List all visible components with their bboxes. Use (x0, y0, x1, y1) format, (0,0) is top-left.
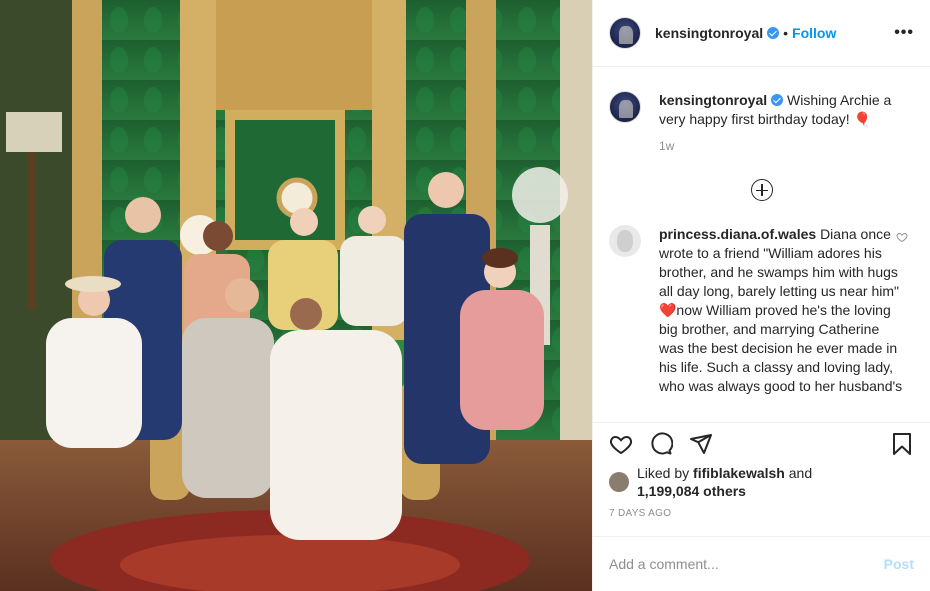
header-separator: • (783, 25, 789, 41)
account-username[interactable]: kensingtonroyal (655, 25, 763, 41)
post-header: kensingtonroyal • Follow ••• (593, 0, 930, 67)
commenter-username[interactable]: princess.diana.of.wales (659, 226, 816, 242)
share-icon[interactable] (689, 432, 713, 456)
likes-count[interactable]: 1,199,084 others (637, 483, 746, 499)
comments-section[interactable]: kensingtonroyal Wishing Archie a very ha… (593, 67, 930, 422)
caption: kensingtonroyal Wishing Archie a very ha… (609, 67, 914, 129)
comment-text: Diana once wrote to a friend "William ad… (659, 226, 903, 394)
comment-icon[interactable] (649, 431, 673, 456)
post-date[interactable]: 7 DAYS AGO (593, 500, 930, 536)
liker-username[interactable]: fifiblakewalsh (693, 465, 785, 481)
ellipsis-icon[interactable]: ••• (894, 24, 914, 42)
heart-icon[interactable] (609, 432, 633, 456)
bookmark-icon[interactable] (890, 432, 914, 456)
photo-illustration (0, 0, 592, 591)
action-bar (593, 422, 930, 464)
commenter-avatar[interactable] (609, 225, 641, 257)
account-avatar[interactable] (609, 17, 641, 49)
likes-and: and (788, 465, 813, 481)
likes-text: Liked by fifiblakewalsh and 1,199,084 ot… (637, 464, 812, 500)
liker-avatar[interactable] (609, 472, 629, 492)
caption-username[interactable]: kensingtonroyal (659, 92, 767, 108)
verified-badge-icon (771, 94, 784, 106)
load-more-comments-icon[interactable] (750, 179, 773, 201)
comment-like-heart-icon[interactable] (896, 231, 908, 243)
post-photo[interactable] (0, 0, 592, 591)
likes-summary: Liked by fifiblakewalsh and 1,199,084 ot… (593, 464, 930, 500)
post-comment-button[interactable]: Post (884, 556, 914, 572)
add-comment-input[interactable] (609, 556, 884, 572)
follow-button[interactable]: Follow (792, 25, 836, 41)
caption-text-block: kensingtonroyal Wishing Archie a very ha… (659, 91, 903, 129)
instagram-post: kensingtonroyal • Follow ••• kensingtonr… (0, 0, 930, 591)
caption-avatar[interactable] (609, 91, 641, 123)
add-comment-bar: Post (593, 536, 930, 591)
likes-prefix: Liked by (637, 465, 690, 481)
comment-text-block: princess.diana.of.wales Diana once wrote… (659, 225, 903, 396)
verified-badge-icon (767, 27, 780, 39)
post-sidebar: kensingtonroyal • Follow ••• kensingtonr… (592, 0, 930, 591)
comment-item: princess.diana.of.wales Diana once wrote… (609, 225, 914, 396)
caption-time: 1w (659, 139, 675, 153)
